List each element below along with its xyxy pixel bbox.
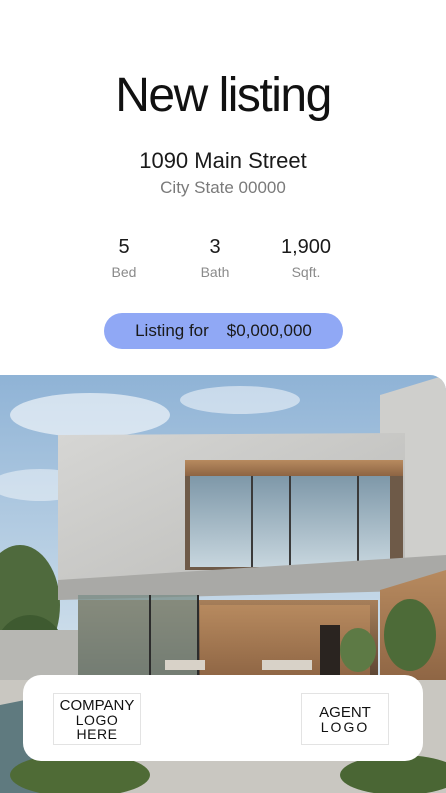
stat-sqft: 1,900 Sqft. xyxy=(261,234,351,282)
company-logo-placeholder: COMPANY LOGO HERE xyxy=(53,693,141,745)
company-logo-line2: LOGO HERE xyxy=(75,711,119,742)
sqft-label: Sqft. xyxy=(291,264,321,280)
listing-title: New listing xyxy=(115,69,332,122)
sqft-value: 1,900 xyxy=(280,236,332,258)
price-badge: Listing for $0,000,000 xyxy=(104,313,343,349)
agent-logo-placeholder: AGENT LOGO xyxy=(301,693,389,745)
bath-count: 3 xyxy=(209,236,221,258)
company-logo-line1: COMPANY xyxy=(59,696,135,714)
stat-bed: 5 Bed xyxy=(79,234,169,282)
city-state-zip: City State 00000 xyxy=(160,178,286,197)
bed-label: Bed xyxy=(111,264,137,280)
price-label: Listing for xyxy=(135,321,209,340)
agent-logo-line2: LOGO xyxy=(320,718,370,735)
bed-count: 5 xyxy=(118,236,130,258)
bath-label: Bath xyxy=(200,264,230,280)
logo-bar: COMPANY LOGO HERE AGENT LOGO xyxy=(23,675,423,761)
price-value: $0,000,000 xyxy=(226,321,312,340)
stat-bath: 3 Bath xyxy=(170,234,260,282)
agent-logo-line1: AGENT xyxy=(319,703,371,721)
street-address: 1090 Main Street xyxy=(139,148,307,173)
